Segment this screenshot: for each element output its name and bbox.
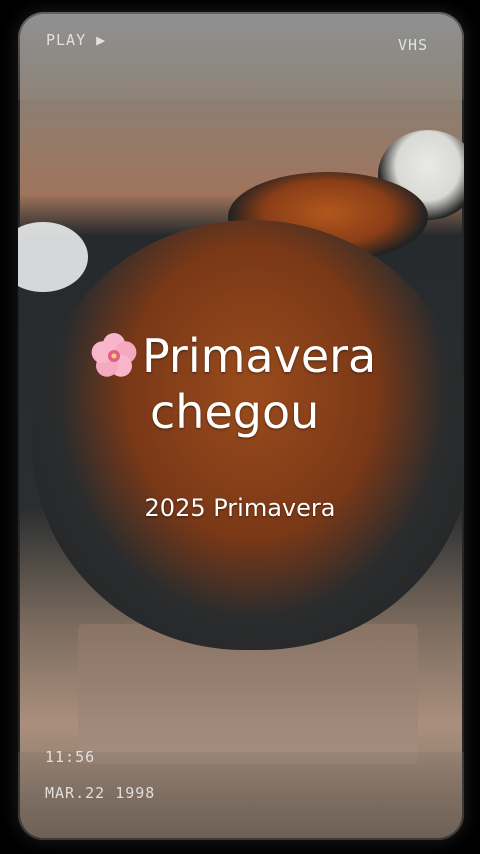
caption-title: Primavera chegou [86, 328, 426, 440]
side-plate [18, 222, 88, 292]
title-line-1: Primavera [142, 329, 377, 383]
top-blur-band [18, 12, 464, 100]
cherry-blossom-icon [86, 328, 142, 384]
timestamp-time: 11:56 [45, 748, 96, 766]
title-line-2: chegou [150, 385, 320, 439]
play-indicator: PLAY ▶ [46, 31, 107, 49]
vhs-label: VHS [398, 36, 429, 54]
timestamp-date: MAR.22 1998 [45, 784, 156, 802]
caption-subtitle: 2025 Primavera [144, 494, 336, 522]
